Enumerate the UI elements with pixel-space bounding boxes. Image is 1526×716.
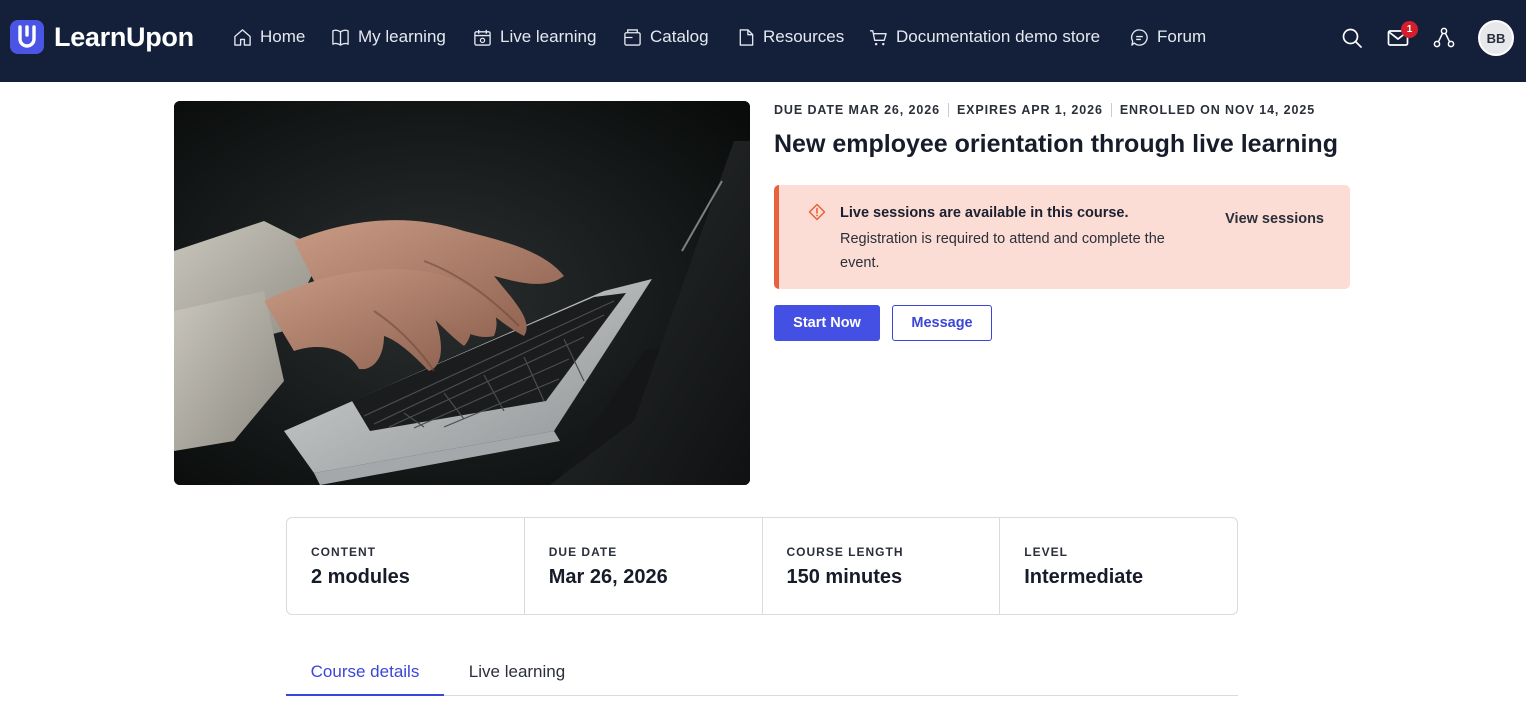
learnupon-logo-icon — [10, 20, 44, 54]
stat-value: 2 modules — [311, 566, 410, 588]
start-now-button[interactable]: Start Now — [774, 305, 880, 341]
warning-diamond-icon — [808, 203, 826, 221]
stat-level: LEVEL Intermediate — [1000, 518, 1237, 614]
document-icon — [739, 28, 754, 46]
due-date-meta: DUE DATE MAR 26, 2026 — [774, 103, 940, 117]
nav-item-live-learning[interactable]: Live learning — [473, 24, 596, 50]
live-sessions-alert: Live sessions are available in this cour… — [774, 185, 1350, 289]
alert-heading: Live sessions are available in this cour… — [840, 205, 1129, 221]
page-title: New employee orientation through live le… — [774, 130, 1338, 158]
cart-icon — [869, 29, 887, 45]
nav-label: Documentation demo store — [896, 27, 1101, 46]
nav-item-my-learning[interactable]: My learning — [331, 24, 446, 50]
enrolled-meta: ENROLLED ON NOV 14, 2025 — [1119, 103, 1316, 117]
nav-item-forum[interactable]: Forum — [1130, 24, 1206, 50]
view-sessions-link[interactable]: View sessions — [1225, 211, 1324, 227]
nav-label: Resources — [763, 27, 845, 46]
brand-name: LearnUpon — [54, 21, 194, 52]
book-icon — [332, 29, 349, 46]
stat-content: CONTENT 2 modules — [287, 518, 525, 614]
course-tabs: Course details Live learning — [286, 650, 1238, 696]
calendar-icon — [474, 29, 491, 46]
stat-label: LEVEL — [1024, 545, 1068, 559]
tab-course-details[interactable]: Course details — [286, 650, 444, 696]
home-icon — [234, 28, 251, 46]
stat-value: Intermediate — [1024, 566, 1144, 588]
stat-value: Mar 26, 2026 — [548, 566, 668, 588]
nav-label: My learning — [358, 27, 446, 46]
brand-logo[interactable]: LearnUpon — [10, 20, 194, 54]
nav-item-documentation-demo-store[interactable]: Documentation demo store — [869, 24, 1100, 50]
nav-label: Catalog — [650, 27, 709, 46]
avatar[interactable]: BB — [1478, 20, 1514, 56]
search-icon[interactable] — [1340, 26, 1364, 50]
stat-due-date: DUE DATE Mar 26, 2026 — [525, 518, 763, 614]
meta-divider — [1110, 103, 1112, 117]
expires-meta: EXPIRES APR 1, 2026 — [956, 103, 1103, 117]
nav-label: Live learning — [500, 27, 597, 46]
message-button[interactable]: Message — [892, 305, 992, 341]
nav-item-catalog[interactable]: Catalog — [623, 24, 709, 50]
course-cover-image — [174, 101, 750, 485]
meta-divider — [947, 103, 949, 117]
chat-icon — [1130, 28, 1148, 46]
stat-label: DUE DATE — [548, 545, 618, 559]
top-navigation-bar: LearnUpon Home My learning Live learning… — [0, 0, 1526, 82]
stat-label: CONTENT — [311, 545, 376, 559]
stat-course-length: COURSE LENGTH 150 minutes — [763, 518, 1001, 614]
tab-live-learning[interactable]: Live learning — [444, 650, 590, 696]
course-stats: CONTENT 2 modules DUE DATE Mar 26, 2026 … — [286, 517, 1238, 615]
course-meta: DUE DATE MAR 26, 2026 EXPIRES APR 1, 202… — [774, 102, 1315, 118]
message-count-badge: 1 — [1401, 21, 1418, 38]
nav-label: Home — [260, 27, 306, 46]
nav-label: Forum — [1157, 27, 1207, 46]
alert-body: Registration is required to attend and c… — [840, 231, 1165, 271]
org-chart-icon[interactable] — [1432, 26, 1456, 50]
nav-item-resources[interactable]: Resources — [737, 24, 844, 50]
stat-label: COURSE LENGTH — [786, 545, 904, 559]
stat-value: 150 minutes — [786, 566, 903, 588]
nav-item-home[interactable]: Home — [233, 24, 305, 50]
catalog-icon — [624, 28, 641, 46]
